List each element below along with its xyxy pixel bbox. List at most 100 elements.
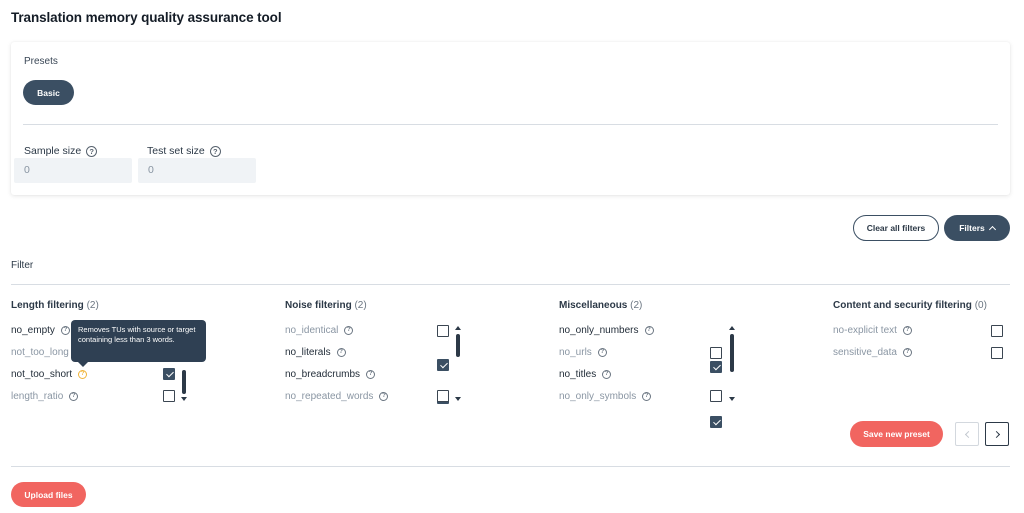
filter-row: not_too_long — [11, 347, 69, 358]
chevron-right-icon — [992, 430, 1000, 438]
clear-all-filters-button[interactable]: Clear all filters — [853, 215, 939, 241]
upload-files-button[interactable]: Upload files — [11, 482, 86, 507]
help-icon[interactable]: ? — [344, 326, 354, 335]
chevron-up-icon — [988, 225, 996, 234]
help-icon[interactable]: ? — [902, 326, 912, 335]
help-icon[interactable]: ? — [209, 145, 221, 157]
checkbox-no-only-numbers[interactable] — [710, 361, 722, 373]
test-set-size-label: Test set size ? — [147, 145, 221, 157]
scrollbar-thumb[interactable] — [182, 370, 186, 394]
filter-label: length_ratio — [11, 391, 64, 402]
group-count: (0) — [974, 300, 987, 311]
scrollbar[interactable] — [729, 326, 735, 401]
sample-size-label-text: Sample size — [24, 145, 82, 157]
filter-row: no-explicit text? — [833, 325, 912, 336]
filter-row: no_identical? — [285, 325, 354, 336]
help-icon[interactable]: ? — [69, 392, 79, 401]
help-icon[interactable]: ? — [336, 348, 346, 357]
filter-row: no_titles? — [559, 369, 612, 380]
filter-label: no_literals — [285, 347, 331, 358]
filters-button-label: Filters — [959, 223, 985, 233]
checkbox-length-ratio[interactable] — [163, 390, 175, 402]
scroll-up-icon[interactable] — [729, 326, 735, 330]
next-page-button[interactable] — [985, 422, 1009, 446]
bottom-divider — [11, 466, 1010, 467]
filter-row: no_urls? — [559, 347, 607, 358]
help-icon[interactable]: ? — [597, 348, 607, 357]
filter-label: no_breadcrumbs — [285, 369, 361, 380]
prev-page-button[interactable] — [955, 422, 979, 446]
group-title-text: Length filtering — [11, 300, 84, 311]
filter-row: length_ratio? — [11, 391, 79, 402]
scroll-down-icon[interactable] — [181, 397, 187, 401]
group-count: (2) — [630, 300, 643, 311]
filters-toggle-button[interactable]: Filters — [944, 215, 1010, 241]
filter-section-label: Filter — [11, 260, 34, 271]
filter-label: not_too_long — [11, 347, 69, 358]
filter-row: no_breadcrumbs? — [285, 369, 376, 380]
group-count: (2) — [354, 300, 367, 311]
page-title: Translation memory quality assurance too… — [11, 10, 282, 25]
checkbox-no-only-symbols[interactable] — [710, 390, 722, 402]
help-icon[interactable]: ? — [86, 145, 98, 157]
filter-label: no_only_symbols — [559, 391, 637, 402]
checkbox-no-identical[interactable] — [437, 325, 449, 337]
settings-card: Presets Basic Sample size ? 0 Test set s… — [11, 42, 1010, 195]
filter-row: no_only_numbers? — [559, 325, 654, 336]
filter-row: no_repeated_words? — [285, 391, 389, 402]
filter-row: not_too_short? — [11, 369, 88, 380]
test-set-size-label-text: Test set size — [147, 145, 205, 157]
presets-label: Presets — [24, 56, 58, 67]
help-icon[interactable]: ? — [602, 370, 612, 379]
filter-label: no_repeated_words — [285, 391, 374, 402]
filter-row: no_literals? — [285, 347, 346, 358]
sample-size-label: Sample size ? — [24, 145, 98, 157]
filter-row: no_only_symbols? — [559, 391, 652, 402]
filter-row: no_empty? — [11, 325, 70, 336]
help-icon[interactable]: ? — [902, 348, 912, 357]
scroll-down-icon[interactable] — [455, 397, 461, 401]
group-title-text: Content and security filtering — [833, 300, 972, 311]
filter-label: no-explicit text — [833, 325, 897, 336]
filter-label: no_titles — [559, 369, 597, 380]
filter-label: no_identical — [285, 325, 339, 336]
preset-basic-button[interactable]: Basic — [23, 80, 74, 105]
checkbox-not-too-short[interactable] — [163, 368, 175, 380]
checkbox-no-repeated-words[interactable] — [437, 390, 449, 402]
filter-label: no_urls — [559, 347, 592, 358]
scrollbar-thumb[interactable] — [730, 334, 734, 372]
card-divider — [23, 124, 998, 125]
help-icon[interactable]: ? — [642, 392, 652, 401]
filter-row: sensitive_data? — [833, 347, 912, 358]
group-count: (2) — [86, 300, 99, 311]
checkbox-no-explicit-text[interactable] — [991, 325, 1003, 337]
group-noise-title: Noise filtering (2) — [285, 300, 367, 311]
checkbox-no-literals[interactable] — [437, 359, 449, 371]
chevron-left-icon — [964, 430, 972, 438]
help-icon[interactable]: ? — [379, 392, 389, 401]
group-misc-title: Miscellaneous (2) — [559, 300, 642, 311]
help-icon[interactable]: ? — [366, 370, 376, 379]
scrollbar[interactable] — [455, 326, 461, 401]
checkbox-sensitive-data[interactable] — [991, 347, 1003, 359]
filter-divider — [11, 284, 1010, 285]
checkbox-no-titles[interactable] — [710, 416, 722, 428]
group-title-text: Noise filtering — [285, 300, 352, 311]
help-icon[interactable]: ? — [78, 370, 88, 379]
filter-label: no_empty — [11, 325, 55, 336]
filter-label: not_too_short — [11, 369, 73, 380]
group-content-title: Content and security filtering (0) — [833, 300, 987, 311]
sample-size-input[interactable]: 0 — [14, 158, 132, 183]
group-length-title: Length filtering (2) — [11, 300, 99, 311]
checkbox-no-urls[interactable] — [710, 347, 722, 359]
filter-label: no_only_numbers — [559, 325, 639, 336]
help-icon[interactable]: ? — [644, 326, 654, 335]
help-icon[interactable]: ? — [60, 326, 70, 335]
save-new-preset-button[interactable]: Save new preset — [850, 421, 943, 447]
scrollbar-thumb[interactable] — [456, 334, 460, 357]
tooltip: Removes TUs with source or target contai… — [71, 320, 206, 367]
scroll-up-icon[interactable] — [455, 326, 461, 330]
group-title-text: Miscellaneous — [559, 300, 628, 311]
scroll-down-icon[interactable] — [729, 397, 735, 401]
test-set-size-input[interactable]: 0 — [138, 158, 256, 183]
